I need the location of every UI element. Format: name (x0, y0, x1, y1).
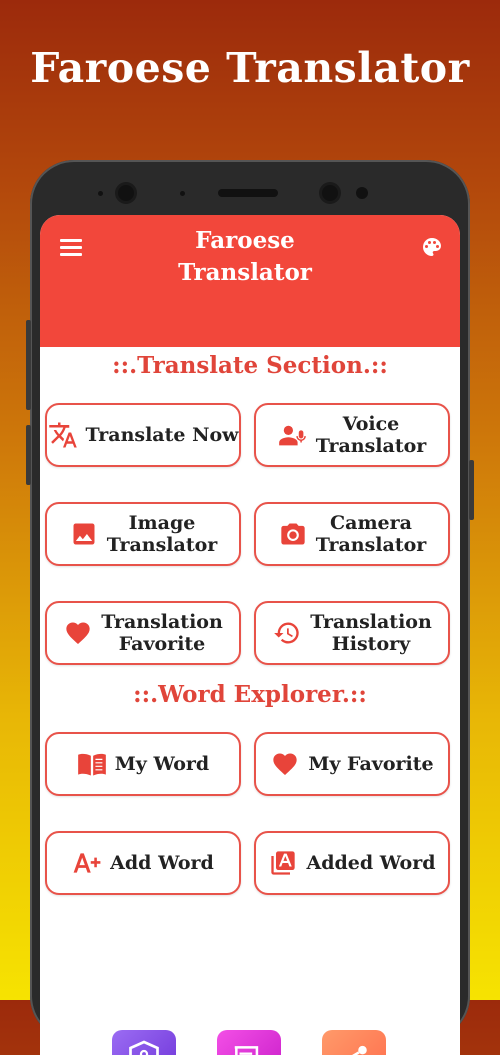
heart-icon (63, 618, 93, 648)
my-word-label: My Word (114, 753, 210, 775)
palette-icon[interactable] (420, 235, 444, 259)
book-icon (77, 749, 107, 779)
app-screen: Faroese Translator ::.Translate Section.… (40, 215, 460, 1055)
camera-translator-button[interactable]: Camera Translator (254, 502, 450, 566)
privacy-shield-icon (126, 1040, 162, 1055)
my-favorite-label: My Favorite (308, 753, 434, 775)
menu-icon[interactable] (60, 239, 82, 257)
phone-side-button (26, 425, 31, 485)
sensor-dot (98, 191, 103, 196)
feedback-button[interactable] (217, 1030, 281, 1055)
my-favorite-button[interactable]: My Favorite (254, 732, 450, 796)
voice-translator-button[interactable]: Voice Translator (254, 403, 450, 467)
privacy-policy-button[interactable] (112, 1030, 176, 1055)
image-translator-button[interactable]: Image Translator (45, 502, 241, 566)
translation-favorite-button[interactable]: Translation Favorite (45, 601, 241, 665)
translation-history-label: Translation History (310, 611, 432, 655)
translate-now-button[interactable]: Translate Now (45, 403, 241, 467)
add-word-label: Add Word (110, 852, 214, 874)
share-button[interactable] (322, 1030, 386, 1055)
front-sensor (356, 187, 368, 199)
image-translator-label: Image Translator (106, 512, 218, 556)
font-box-icon (268, 848, 298, 878)
phone-side-button (26, 320, 31, 410)
sensor-dot (180, 191, 185, 196)
translate-now-label: Translate Now (85, 424, 239, 446)
phone-frame: Faroese Translator ::.Translate Section.… (26, 160, 474, 1055)
add-text-icon (72, 848, 102, 878)
translate-icon (48, 420, 78, 450)
add-word-button[interactable]: Add Word (45, 831, 241, 895)
app-title-line1: Faroese (195, 227, 295, 254)
phone-bezel (30, 180, 470, 210)
front-camera (322, 185, 338, 201)
translation-history-button[interactable]: Translation History (254, 601, 450, 665)
share-icon (337, 1043, 371, 1055)
promo-title: Faroese Translator (30, 44, 470, 92)
heart-icon (270, 749, 300, 779)
my-word-button[interactable]: My Word (45, 732, 241, 796)
app-bar: Faroese Translator (40, 215, 460, 347)
front-camera (118, 185, 134, 201)
app-title: Faroese Translator (130, 225, 360, 289)
voice-translator-label: Voice Translator (315, 413, 427, 457)
added-word-label: Added Word (306, 852, 436, 874)
camera-translator-label: Camera Translator (315, 512, 427, 556)
section-title-translate: ::.Translate Section.:: (112, 352, 388, 379)
image-icon (69, 519, 99, 549)
phone-side-button (469, 460, 474, 520)
section-title-word-explorer: ::.Word Explorer.:: (133, 681, 367, 708)
translation-favorite-label: Translation Favorite (101, 611, 223, 655)
added-word-button[interactable]: Added Word (254, 831, 450, 895)
camera-icon (278, 519, 308, 549)
feedback-icon (230, 1041, 268, 1055)
history-icon (272, 618, 302, 648)
voice-icon (278, 420, 308, 450)
app-title-line2: Translator (178, 259, 312, 286)
earpiece-speaker (218, 189, 278, 197)
